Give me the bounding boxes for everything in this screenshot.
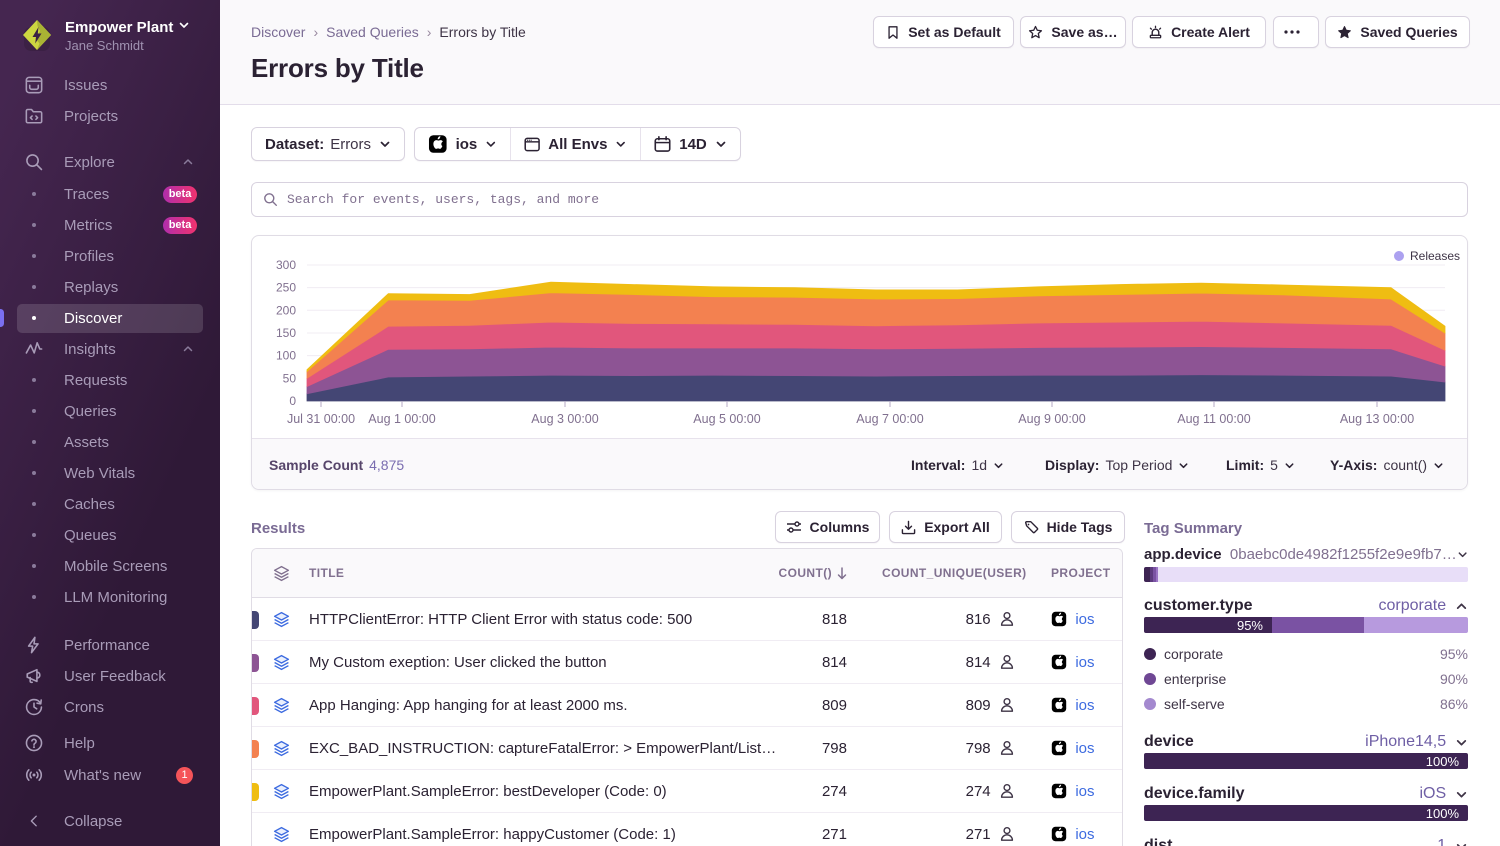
svg-text:200: 200 xyxy=(276,303,296,317)
svg-text:Aug 1 00:00: Aug 1 00:00 xyxy=(368,412,435,426)
svg-text:Aug 3 00:00: Aug 3 00:00 xyxy=(531,412,598,426)
svg-text:Aug 7 00:00: Aug 7 00:00 xyxy=(856,412,923,426)
svg-text:0: 0 xyxy=(289,394,296,408)
svg-text:Jul 31 00:00: Jul 31 00:00 xyxy=(287,412,355,426)
svg-text:300: 300 xyxy=(276,258,296,272)
svg-text:Aug 9 00:00: Aug 9 00:00 xyxy=(1018,412,1085,426)
svg-text:250: 250 xyxy=(276,281,296,295)
svg-text:100: 100 xyxy=(276,349,296,363)
svg-text:150: 150 xyxy=(276,326,296,340)
svg-text:50: 50 xyxy=(283,371,297,385)
svg-text:Aug 5 00:00: Aug 5 00:00 xyxy=(693,412,760,426)
